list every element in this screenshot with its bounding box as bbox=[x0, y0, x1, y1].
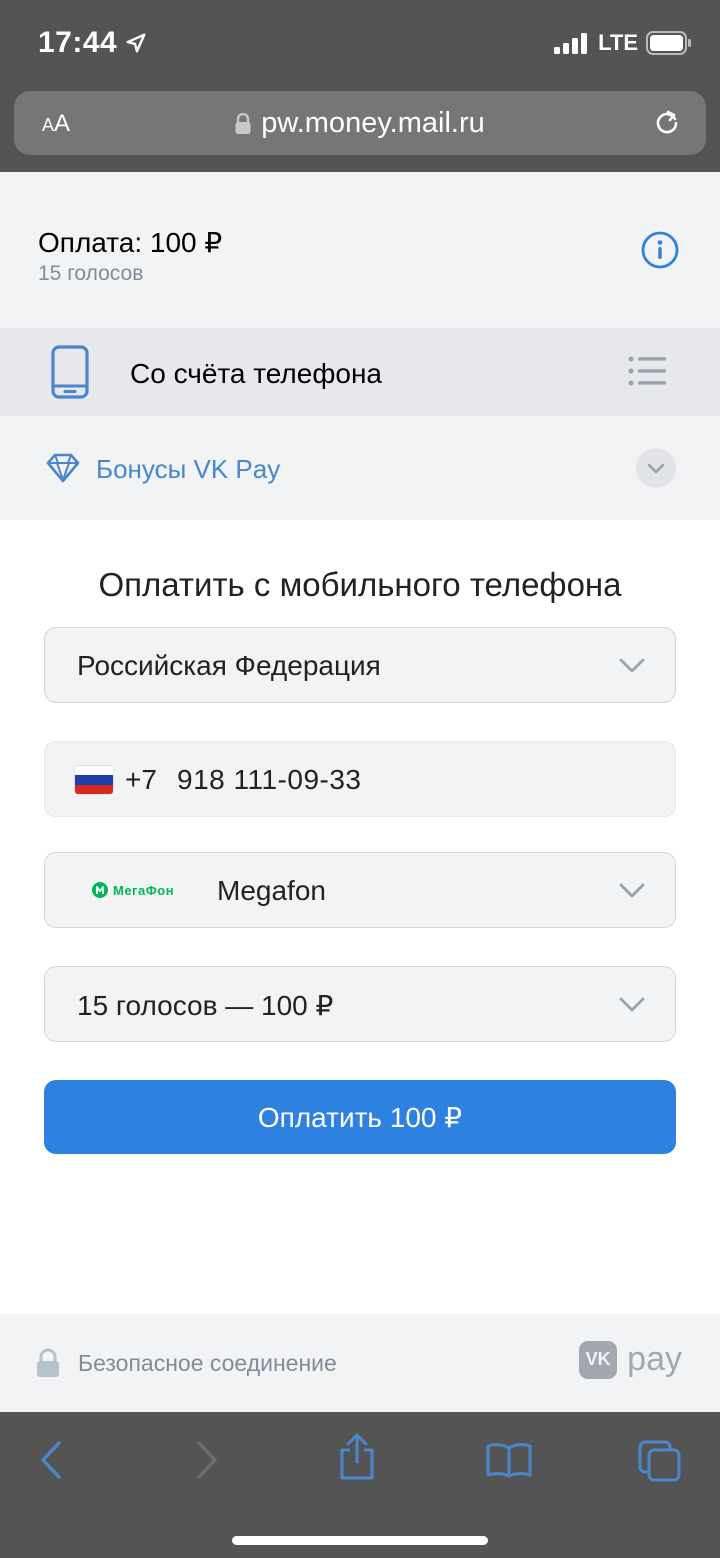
status-bar: 17:44 LTE bbox=[0, 0, 720, 88]
tabs-icon[interactable] bbox=[638, 1440, 682, 1482]
battery-icon bbox=[646, 31, 691, 55]
payment-header: Оплата: 100 ₽ 15 голосов bbox=[0, 172, 720, 328]
phone-input[interactable]: +7 918 111-09-33 bbox=[44, 741, 676, 817]
bonus-label: Бонусы VK Pay bbox=[96, 454, 281, 484]
amount-value: 15 голосов — 100 ₽ bbox=[77, 990, 334, 1021]
address-bar[interactable]: AA pw.money.mail.ru bbox=[14, 91, 706, 155]
url-text: pw.money.mail.ru bbox=[261, 107, 485, 139]
pay-button[interactable]: Оплатить 100 ₽ bbox=[44, 1080, 676, 1154]
diamond-icon bbox=[46, 453, 80, 488]
home-indicator bbox=[232, 1536, 488, 1545]
chevron-down-icon bbox=[647, 463, 665, 473]
phone-country-code: +7 bbox=[125, 764, 157, 795]
forward-icon[interactable] bbox=[194, 1440, 220, 1480]
back-icon[interactable] bbox=[38, 1440, 64, 1480]
share-icon[interactable] bbox=[338, 1432, 376, 1482]
operator-select[interactable]: МегаФон Megafon bbox=[44, 852, 676, 928]
secure-footer: Безопасное соединение VK pay bbox=[0, 1314, 720, 1412]
secure-connection-label: Безопасное соединение bbox=[78, 1350, 337, 1376]
network-label: LTE bbox=[598, 30, 638, 55]
megafon-logo: МегаФон bbox=[91, 881, 174, 899]
russia-flag-icon bbox=[75, 766, 113, 794]
vk-pay-word: pay bbox=[627, 1340, 682, 1378]
payment-method-label: Со счёта телефона bbox=[130, 358, 382, 389]
lock-icon bbox=[235, 112, 251, 134]
payment-method-selector[interactable]: Со счёта телефона bbox=[0, 328, 720, 416]
chevron-down-icon bbox=[619, 997, 645, 1012]
url-display[interactable]: pw.money.mail.ru bbox=[14, 107, 706, 140]
bonus-expand-button[interactable] bbox=[636, 448, 676, 488]
amount-select[interactable]: 15 голосов — 100 ₽ bbox=[44, 966, 676, 1042]
bookmarks-icon[interactable] bbox=[486, 1442, 532, 1478]
country-value: Российская Федерация bbox=[77, 650, 381, 681]
phone-icon bbox=[50, 345, 90, 404]
form-title: Оплатить с мобильного телефона bbox=[98, 566, 622, 603]
browser-bar: AA pw.money.mail.ru bbox=[0, 88, 720, 172]
info-icon bbox=[641, 231, 679, 269]
vk-pay-logo: VK pay bbox=[579, 1340, 682, 1379]
browser-toolbar bbox=[0, 1412, 720, 1558]
megafon-logo-text: МегаФон bbox=[113, 882, 175, 898]
reload-button[interactable] bbox=[652, 107, 682, 142]
payment-subtitle: 15 голосов bbox=[38, 262, 144, 285]
location-arrow-icon bbox=[126, 33, 146, 53]
chevron-down-icon bbox=[619, 883, 645, 898]
chevron-down-icon bbox=[619, 658, 645, 673]
country-select[interactable]: Российская Федерация bbox=[44, 627, 676, 703]
payment-title: Оплата: 100 ₽ bbox=[38, 227, 223, 258]
list-icon[interactable] bbox=[628, 356, 666, 391]
phone-number-value: 918 111-09-33 bbox=[177, 764, 362, 795]
operator-value: Megafon bbox=[217, 875, 326, 906]
vk-logo-box: VK bbox=[579, 1340, 618, 1379]
status-right: LTE bbox=[554, 30, 692, 56]
status-time: 17:44 bbox=[38, 26, 147, 60]
megafon-logo-icon bbox=[92, 882, 108, 898]
reload-icon bbox=[656, 110, 678, 134]
info-button[interactable] bbox=[640, 230, 680, 275]
lock-icon bbox=[37, 1348, 59, 1377]
bonus-row[interactable]: Бонусы VK Pay bbox=[0, 416, 720, 520]
signal-icon bbox=[554, 33, 588, 54]
time-label: 17:44 bbox=[38, 26, 118, 59]
